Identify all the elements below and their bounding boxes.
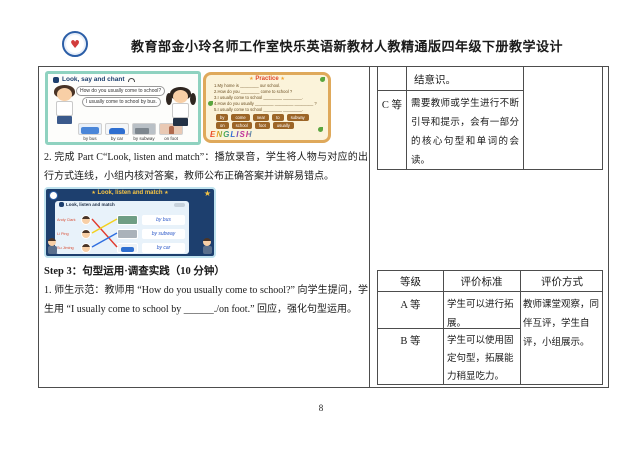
bus-photo — [117, 215, 138, 225]
match-banner-title: Look, listen and match — [97, 190, 162, 196]
activity-2-paragraph: 2. 完成 Part C“Look, listen and match”：播放录… — [44, 149, 368, 186]
transport-label: by bus — [78, 136, 102, 141]
match-banner-row: ★ Look, listen and match ★ — [46, 190, 214, 196]
textbook-chant-image: Look, say and chant How do you usually c… — [45, 71, 201, 145]
transport-option: by subway — [132, 123, 156, 141]
leaf-decoration — [318, 127, 323, 132]
sparkle-icon: ★ — [280, 76, 284, 82]
word-chip: by — [216, 114, 228, 121]
page-number: 8 — [0, 403, 642, 413]
chant-card-title: Look, say and chant — [62, 76, 125, 83]
match-instruction-row: Look, listen and match — [55, 201, 189, 207]
grade-b-cell: B 等 — [378, 333, 443, 348]
star-icon: ★ — [204, 189, 211, 198]
word-chip: near — [253, 114, 269, 121]
word-chip: subway — [287, 114, 309, 121]
evaluation-method-cell: 教师课堂观察，同伴互评，学生自评，小组展示。 — [523, 296, 603, 353]
word-chip: come — [231, 114, 249, 121]
match-activity-image: ★ Look, listen and match ★ ★ Look, liste… — [44, 187, 216, 258]
person-photo — [81, 215, 91, 225]
person-name: Andy Clark — [57, 218, 80, 222]
person-name: Su Jiming — [57, 246, 80, 250]
practice-worksheet-image: ★ Practice ★ 1.My home is ________ our s… — [203, 72, 331, 143]
word-bank-row-2: on school foot usually — [206, 122, 328, 129]
headphones-icon — [128, 78, 135, 82]
column-header-criteria: 评价标准 — [443, 274, 520, 289]
person-photo — [81, 243, 91, 253]
practice-sentences: 1.My home is ________ our school. 2.How … — [206, 82, 328, 113]
grade-a-criteria: 学生可以进行拓展。 — [447, 296, 519, 334]
boy-cartoon — [51, 85, 79, 141]
match-panel: Look, listen and match Andy Clark by bus… — [55, 201, 189, 254]
carryover-criteria-text: 结意识。 — [414, 72, 456, 87]
english-wordmark: ENGLISH — [210, 130, 253, 139]
grade-a-cell: A 等 — [378, 297, 443, 312]
column-header-grade: 等级 — [378, 274, 443, 289]
leaf-decoration — [208, 101, 213, 106]
grade-c-cell: C 等 — [378, 97, 406, 112]
chant-card-body: How do you usually come to school? I usu… — [48, 83, 198, 143]
leaf-decoration — [320, 77, 325, 82]
evaluation-table-top: 结意识。 C 等 需要教师或学生进行不断引导和提示，会有一部分的核心句型和单词的… — [377, 66, 603, 170]
girl-cartoon — [167, 87, 195, 143]
car-photo — [105, 123, 129, 135]
sparkle-icon: ★ — [249, 76, 253, 82]
sparkle-icon: ★ — [91, 190, 95, 196]
transport-label: by subway — [132, 136, 156, 141]
textbook-logo-badge — [49, 191, 58, 200]
transport-handwritten-label: by subway — [142, 229, 185, 239]
listen-icon — [53, 77, 59, 83]
transport-label: by car — [105, 136, 129, 141]
car-photo — [117, 243, 138, 253]
transport-option: by bus — [78, 123, 102, 141]
student-cartoon — [202, 238, 212, 255]
person-photo — [81, 229, 91, 239]
match-row: Li Ping by subway — [55, 228, 189, 241]
question-speech-bubble: How do you usually come to school? — [76, 86, 165, 96]
transport-option: by car — [105, 123, 129, 141]
practice-title: Practice — [255, 76, 278, 82]
word-chip: usually — [273, 122, 294, 129]
practice-sentence: 5.I usually come to school ________ ____… — [214, 107, 322, 113]
transport-handwritten-label: by car — [142, 243, 185, 253]
step-3-item-1: 1. 师生示范：教师用 “How do you usually come to … — [44, 282, 368, 319]
transport-handwritten-label: by bus — [142, 215, 185, 225]
word-chip: school — [232, 122, 252, 129]
student-cartoon — [47, 238, 57, 255]
audio-player-pill — [174, 203, 185, 207]
answer-speech-bubble: I usually come to school by bus. — [82, 97, 161, 107]
person-name: Li Ping — [57, 232, 80, 236]
column-header-method: 评价方式 — [520, 274, 604, 289]
match-instruction: Look, listen and match — [66, 202, 115, 207]
word-bank-row-1: by come near to subway — [206, 114, 328, 121]
document-page: ♥ 教育部金小玲名师工作室快乐英语新教材人教精通版四年级下册教学设计 Look,… — [0, 0, 642, 453]
bus-photo — [78, 123, 102, 135]
chant-card-header: Look, say and chant — [48, 74, 198, 83]
sparkle-icon: ★ — [164, 190, 168, 196]
word-chip: on — [216, 122, 229, 129]
table-column-divider — [369, 67, 370, 387]
subway-photo — [117, 229, 138, 239]
word-chip: to — [272, 114, 284, 121]
grade-b-criteria: 学生可以使用固定句型，拓展能力稍显吃力。 — [447, 332, 519, 386]
step-3-heading: Step 3：句型运用·调查实践（10 分钟） — [44, 263, 225, 278]
match-row: Su Jiming by car — [55, 242, 189, 255]
listen-icon — [59, 202, 64, 207]
word-chip: foot — [255, 122, 270, 129]
grade-c-criteria: 需要教师或学生进行不断引导和提示，会有一部分的核心句型和单词的会读。 — [411, 95, 519, 171]
evaluation-table-bottom: 等级 评价标准 评价方式 A 等 学生可以进行拓展。 B 等 学生可以使用固定句… — [377, 270, 603, 385]
document-title: 教育部金小玲名师工作室快乐英语新教材人教精通版四年级下册教学设计 — [70, 36, 624, 55]
subway-photo — [132, 123, 156, 135]
match-row: Andy Clark by bus — [55, 214, 189, 227]
